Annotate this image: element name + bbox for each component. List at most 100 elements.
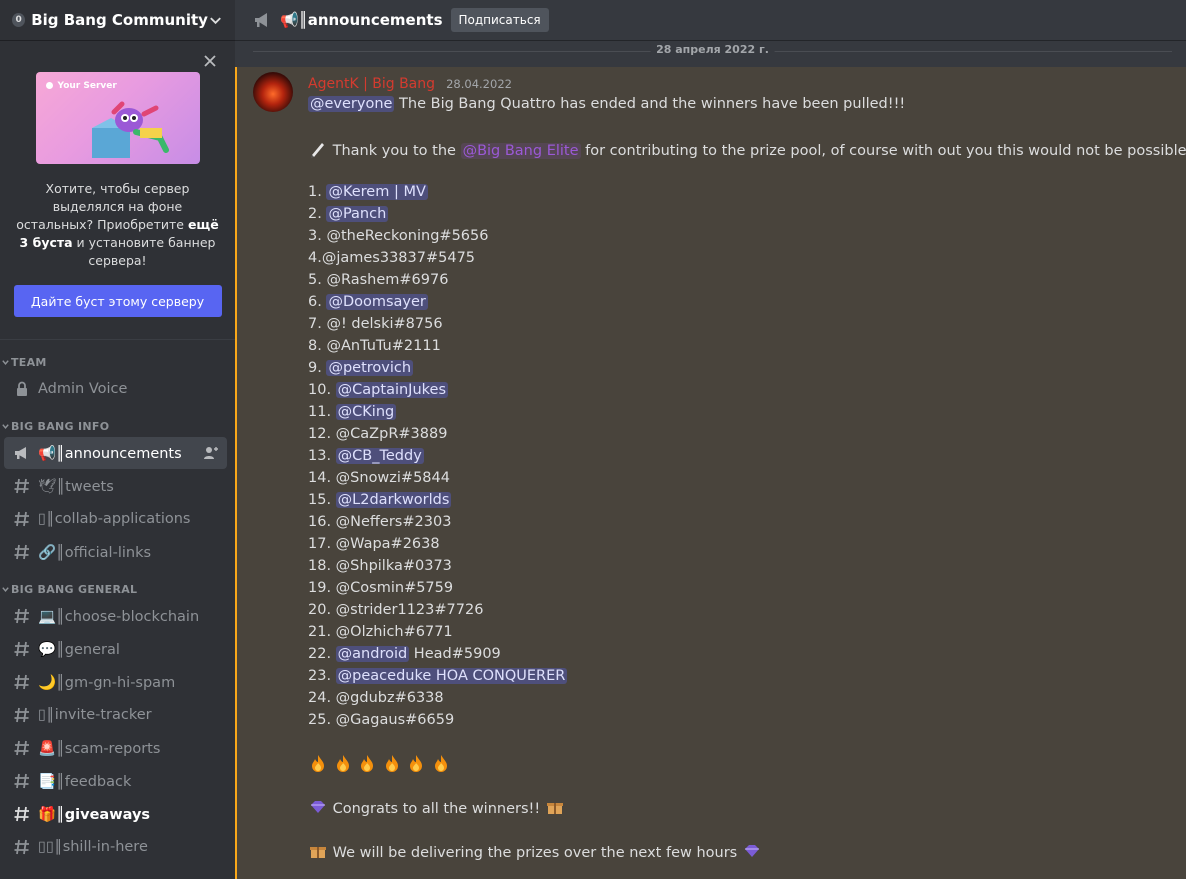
winner-text: 9. bbox=[308, 360, 327, 376]
channel-label: 📢║announcements bbox=[38, 445, 182, 462]
hash-icon bbox=[14, 839, 29, 855]
chevron-down-icon[interactable] bbox=[208, 12, 223, 28]
channel-giveaways[interactable]: 🎁║giveaways bbox=[4, 798, 227, 830]
server-header[interactable]: 0 Big Bang Community bbox=[0, 0, 235, 40]
boost-server-button[interactable]: Дайте буст этому серверу bbox=[13, 285, 222, 317]
banner-title: Your Server bbox=[57, 81, 117, 91]
winner-text: 14. @Snowzi#5844 bbox=[308, 470, 450, 486]
everyone-mention[interactable]: @everyone bbox=[308, 96, 395, 112]
role-mention[interactable]: @Big Bang Elite bbox=[460, 143, 581, 159]
fire-emoji-icon bbox=[435, 755, 448, 772]
category-big-bang-info[interactable]: BIG BANG INFO bbox=[0, 416, 235, 436]
message-header: AgentK | Big Bang 28.04.2022 bbox=[308, 73, 512, 92]
author-name[interactable]: AgentK | Big Bang bbox=[308, 76, 435, 92]
user-mention[interactable]: @Kerem | MV bbox=[326, 184, 428, 200]
gift-emoji-icon bbox=[546, 803, 563, 814]
pen-emoji-icon bbox=[311, 143, 324, 158]
user-mention[interactable]: @Doomsayer bbox=[326, 294, 428, 310]
user-mention[interactable]: @android bbox=[335, 646, 410, 662]
user-mention[interactable]: @peaceduke HOA CONQUERER bbox=[335, 668, 568, 684]
boost-text-part-end: и установите баннер сервера! bbox=[72, 235, 216, 268]
channel-label: ▯▯║shill-in-here bbox=[38, 839, 148, 855]
chevron-down-icon bbox=[2, 586, 9, 592]
hash-icon bbox=[14, 674, 29, 690]
channel-admin-voice[interactable]: Admin Voice bbox=[4, 373, 227, 405]
winner-row: 7. @! delski#8756 bbox=[308, 313, 1176, 335]
boost-banner-image: Your Server bbox=[35, 72, 200, 164]
hash-icon bbox=[14, 478, 29, 494]
fire-emoji-icon bbox=[336, 755, 349, 772]
banner-dot bbox=[45, 82, 53, 89]
winner-text: 21. @Olzhich#6771 bbox=[308, 624, 453, 640]
chevron-down-icon bbox=[2, 359, 9, 365]
boost-promo: Your Server Хотите, чтобы сервер выделял… bbox=[0, 40, 235, 327]
channel-tweets[interactable]: 🕊║tweets bbox=[4, 470, 227, 502]
winner-text: 19. @Cosmin#5759 bbox=[308, 580, 454, 596]
message[interactable]: AgentK | Big Bang 28.04.2022 @everyone T… bbox=[235, 67, 1186, 879]
channel-label: 💬║general bbox=[38, 641, 120, 658]
channel-gm-gn-hi-spam[interactable]: 🌙║gm-gn-hi-spam bbox=[4, 666, 227, 698]
avatar[interactable] bbox=[253, 72, 293, 112]
winner-row: 19. @Cosmin#5759 bbox=[308, 577, 1176, 599]
message-line: We will be delivering the prizes over th… bbox=[308, 841, 1176, 863]
gift-emoji-icon bbox=[310, 847, 326, 858]
user-mention[interactable]: @petrovich bbox=[326, 360, 414, 376]
channel-official-links[interactable]: 🔗║official-links bbox=[4, 536, 227, 568]
winner-row: 6. @Doomsayer bbox=[308, 291, 1176, 313]
hash-icon bbox=[14, 707, 29, 723]
category-label: BIG BANG INFO bbox=[11, 419, 110, 433]
winner-row: 17. @Wapa#2638 bbox=[308, 533, 1176, 555]
user-mention[interactable]: @Panch bbox=[326, 206, 389, 222]
boost-illustration-icon bbox=[91, 101, 169, 158]
message-text: We will be delivering the prizes over th… bbox=[328, 845, 742, 861]
hash-icon bbox=[14, 544, 29, 560]
winner-text: 8. @AnTuTu#2111 bbox=[308, 338, 441, 354]
user-mention[interactable]: @CaptainJukes bbox=[335, 382, 448, 398]
hash-icon bbox=[14, 740, 29, 756]
channel-collab-applications[interactable]: ▯║collab-applications bbox=[4, 503, 227, 535]
add-member-icon[interactable] bbox=[203, 445, 219, 461]
channel-feedback[interactable]: 📑║feedback bbox=[4, 765, 227, 797]
winner-row: 24. @gdubz#6338 bbox=[308, 687, 1176, 709]
channel-header: 📢║announcements Подписаться bbox=[235, 0, 1186, 40]
winner-text: 22. bbox=[308, 646, 336, 662]
megaphone-icon bbox=[255, 13, 267, 27]
message-text: Congrats to all the winners!! bbox=[328, 801, 545, 817]
hash-icon bbox=[14, 773, 29, 789]
message-content: @everyone The Big Bang Quattro has ended… bbox=[308, 93, 1186, 863]
message-line: @everyone The Big Bang Quattro has ended… bbox=[308, 93, 1176, 115]
user-mention[interactable]: @CKing bbox=[335, 404, 397, 420]
channel-label: 📑║feedback bbox=[38, 773, 132, 790]
message-text: The Big Bang Quattro has ended and the w… bbox=[394, 96, 906, 112]
channel-scam-reports[interactable]: 🚨║scam-reports bbox=[4, 732, 227, 764]
channel-general[interactable]: 💬║general bbox=[4, 633, 227, 665]
winner-text: 10. bbox=[308, 382, 336, 398]
winner-text: 11. bbox=[308, 404, 336, 420]
winner-row: 12. @CaZpR#3889 bbox=[308, 423, 1176, 445]
winner-text: 5. @Rashem#6976 bbox=[308, 272, 449, 288]
channel-shill-in-here[interactable]: ▯▯║shill-in-here bbox=[4, 831, 227, 863]
user-mention[interactable]: @L2darkworlds bbox=[335, 492, 452, 508]
hash-icon bbox=[14, 608, 29, 624]
follow-button[interactable]: Подписаться bbox=[450, 8, 549, 32]
close-icon[interactable] bbox=[203, 54, 217, 68]
channel-label: Admin Voice bbox=[38, 381, 128, 397]
channel-announcements[interactable]: 📢║announcements bbox=[4, 437, 227, 469]
user-mention[interactable]: @CB_Teddy bbox=[335, 448, 424, 464]
channel-choose-blockchain[interactable]: 💻║choose-blockchain bbox=[4, 600, 227, 632]
hash-icon bbox=[14, 511, 29, 527]
message-line: Thank you to the @Big Bang Elite for con… bbox=[308, 137, 1186, 159]
category-team[interactable]: TEAM bbox=[0, 352, 235, 372]
category-big-bang-general[interactable]: BIG BANG GENERAL bbox=[0, 579, 235, 599]
megaphone-icon bbox=[15, 447, 26, 459]
message-list[interactable]: 28 апреля 2022 г. AgentK | Big Bang 28.0… bbox=[235, 40, 1186, 879]
winner-row: 16. @Neffers#2303 bbox=[308, 511, 1176, 533]
channel-title: 📢║announcements bbox=[280, 11, 443, 29]
channel-invite-tracker[interactable]: ▯║invite-tracker bbox=[4, 699, 227, 731]
hash-icon bbox=[14, 806, 29, 822]
gem-emoji-icon bbox=[311, 801, 325, 813]
winner-row: 4.@james33837#5475 bbox=[308, 247, 1176, 269]
winners-list: 1. @Kerem | MV 2. @Panch 3. @theReckoning#… bbox=[308, 181, 1176, 731]
message-text: Thank you to the bbox=[328, 143, 461, 159]
date-divider: 28 апреля 2022 г. bbox=[253, 43, 1172, 56]
